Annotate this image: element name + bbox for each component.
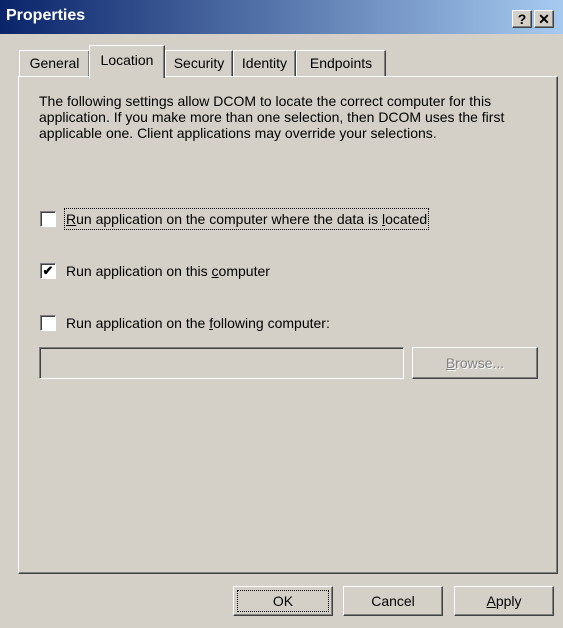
- ok-focus-ring: [237, 590, 329, 612]
- checkbox-following-computer[interactable]: [40, 315, 56, 331]
- option-data-location-label[interactable]: Run application on the computer where th…: [63, 208, 430, 230]
- close-button[interactable]: ✕: [534, 10, 554, 28]
- option-this-computer-label[interactable]: Run application on this computer: [66, 262, 270, 280]
- properties-dialog: Properties ? ✕ General Location Security…: [0, 0, 563, 628]
- cancel-button[interactable]: Cancel: [343, 586, 443, 616]
- title-bar[interactable]: Properties ? ✕: [0, 0, 563, 34]
- option-following-computer-label[interactable]: Run application on the following compute…: [66, 314, 330, 332]
- help-button[interactable]: ?: [512, 10, 532, 28]
- tab-endpoints[interactable]: Endpoints: [296, 50, 386, 76]
- computer-name-input[interactable]: [39, 347, 404, 379]
- checkbox-data-location[interactable]: [40, 211, 56, 227]
- location-description: The following settings allow DCOM to loc…: [39, 93, 505, 141]
- window-title: Properties: [6, 7, 86, 24]
- tab-identity[interactable]: Identity: [233, 50, 296, 76]
- ok-button[interactable]: OK: [233, 586, 333, 616]
- apply-button[interactable]: Apply: [454, 586, 554, 616]
- browse-button[interactable]: Browse...: [412, 347, 538, 379]
- tab-security[interactable]: Security: [165, 50, 233, 76]
- location-tab-panel: The following settings allow DCOM to loc…: [18, 76, 558, 574]
- checkbox-this-computer[interactable]: ✔: [40, 263, 56, 279]
- tab-location[interactable]: Location: [89, 45, 165, 78]
- tab-general[interactable]: General: [19, 50, 90, 76]
